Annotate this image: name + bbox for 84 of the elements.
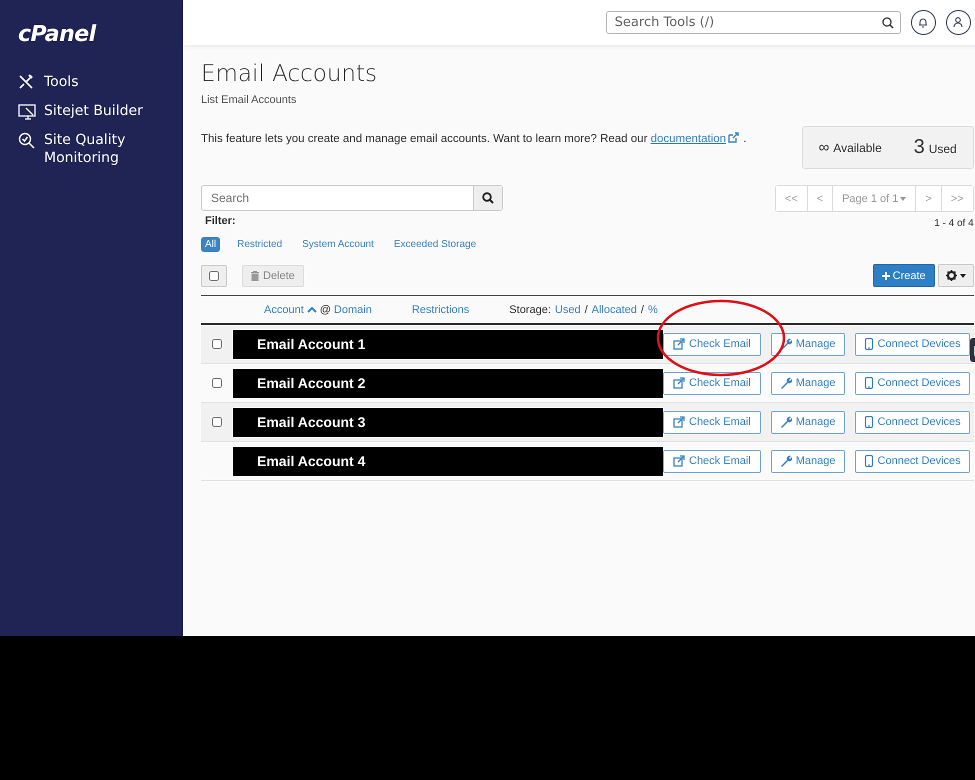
stat-label: Available <box>833 141 882 155</box>
intro-text: This feature lets you create and manage email accounts. Want to learn more? Read our documentation . <box>201 132 746 145</box>
monitor-icon <box>18 103 36 121</box>
search-icon <box>882 16 894 28</box>
search-button[interactable] <box>473 186 502 210</box>
phone-icon <box>864 338 874 350</box>
last-page-button[interactable]: >> <box>940 186 973 211</box>
connect-devices-button[interactable]: Connect Devices <box>854 450 970 472</box>
stat-label: Used <box>928 142 957 156</box>
storage-sort-link[interactable]: Used <box>554 304 581 316</box>
select-all-checkbox[interactable] <box>209 270 219 280</box>
caret-icon <box>900 196 906 200</box>
restrictions-column-header[interactable]: Restrictions <box>412 304 470 316</box>
caret-icon <box>960 274 966 278</box>
page-subtitle: List Email Accounts <box>201 94 296 106</box>
plus-icon <box>882 272 890 280</box>
row-checkbox[interactable] <box>212 378 222 388</box>
email-account-name: Email Account 1 <box>233 330 663 358</box>
phone-icon <box>864 455 874 467</box>
search-icon <box>482 192 494 204</box>
connect-devices-button[interactable]: Connect Devices <box>854 372 970 394</box>
slash-separator: / <box>640 304 644 316</box>
documentation-link[interactable]: documentation <box>650 133 740 145</box>
settings-button[interactable] <box>938 264 974 287</box>
connect-devices-button[interactable]: Connect Devices <box>854 332 970 356</box>
manage-button[interactable]: Manage <box>770 332 845 356</box>
user-icon <box>953 17 964 28</box>
page-title: Email Accounts <box>201 61 377 87</box>
edit-icon <box>673 416 685 428</box>
manage-button[interactable]: Manage <box>770 410 845 434</box>
filter-option[interactable]: All <box>201 237 220 252</box>
storage-sort-link[interactable]: Allocated <box>592 304 637 316</box>
storage-sort-link[interactable]: % <box>648 304 658 316</box>
check-email-button[interactable]: Check Email <box>663 332 761 356</box>
filter-option[interactable]: Exceeded Storage <box>390 237 480 252</box>
magnifier-icon <box>18 132 36 150</box>
email-account-name: Email Account 4 <box>233 446 663 476</box>
external-link-icon <box>728 132 740 143</box>
delete-button[interactable]: Delete <box>242 264 304 286</box>
results-range: 1 - 4 of 4 <box>933 218 974 229</box>
wrench-icon <box>780 338 792 350</box>
filter-label: Filter: <box>205 215 236 227</box>
sidebar-link[interactable]: Sitejet Builder <box>44 102 143 120</box>
connect-devices-button[interactable]: Connect Devices <box>854 410 970 434</box>
sort-up-icon <box>306 306 317 313</box>
sidebar-link[interactable]: Tools <box>44 73 78 91</box>
check-email-button[interactable]: Check Email <box>663 410 761 434</box>
stat-value: 3 <box>914 136 925 159</box>
row-checkbox[interactable] <box>212 417 222 427</box>
slash-separator: / <box>584 304 588 316</box>
wrench-icon <box>780 416 792 428</box>
account-column-header[interactable]: Account <box>264 304 304 316</box>
email-account-name: Email Account 3 <box>233 408 663 436</box>
phone-icon <box>864 377 874 389</box>
wrench-icon <box>780 455 792 467</box>
edit-icon <box>673 455 685 467</box>
trash-icon <box>251 270 259 280</box>
phone-icon <box>864 416 874 428</box>
search-field[interactable]: Search <box>201 185 503 211</box>
user-menu-button[interactable] <box>946 10 971 35</box>
manage-button[interactable]: Manage <box>770 372 845 394</box>
check-email-button[interactable]: Check Email <box>663 450 761 472</box>
search-tools-field[interactable]: Search Tools (/) <box>606 11 901 34</box>
search-input[interactable]: Search <box>202 186 473 210</box>
at-sign: @ <box>320 304 331 316</box>
row-checkbox[interactable] <box>212 339 222 349</box>
cpanel-logo[interactable]: cPanel <box>18 22 96 47</box>
stat-value: ∞ <box>818 139 830 156</box>
settings-icon <box>946 270 957 281</box>
manage-button[interactable]: Manage <box>770 450 845 472</box>
filter-option[interactable]: Restricted <box>234 237 286 252</box>
check-email-button[interactable]: Check Email <box>663 372 761 394</box>
search-tools-input[interactable]: Search Tools (/) <box>612 14 882 31</box>
edit-icon <box>673 377 685 389</box>
storage-label: Storage: <box>509 304 551 316</box>
sidebar-link[interactable]: Site Quality Monitoring <box>44 131 148 167</box>
filter-option[interactable]: System Account <box>299 237 377 252</box>
notifications-button[interactable] <box>910 10 936 35</box>
wrench-icon <box>780 377 792 389</box>
create-button[interactable]: Create <box>872 264 935 287</box>
edit-icon <box>673 338 685 350</box>
domain-column-header[interactable]: Domain <box>334 304 372 316</box>
email-account-name: Email Account 2 <box>233 368 663 398</box>
bell-icon <box>918 17 928 28</box>
